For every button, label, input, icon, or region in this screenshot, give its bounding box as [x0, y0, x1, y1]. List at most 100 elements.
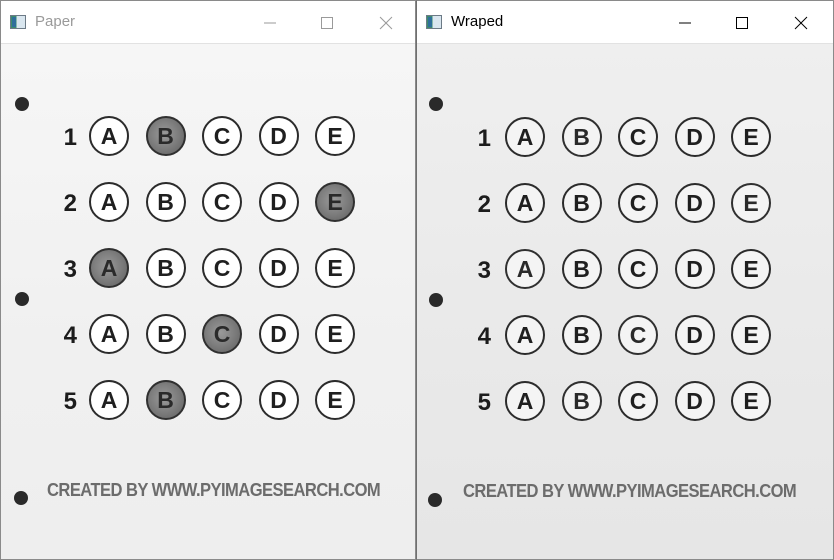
answer-bubble-b: B — [561, 315, 602, 355]
answer-bubble-c: C — [202, 380, 242, 420]
answer-bubble-d: D — [674, 249, 715, 289]
minimize-icon — [679, 22, 691, 24]
maximize-icon — [321, 17, 333, 29]
answer-bubble-e: E — [315, 248, 355, 288]
answer-bubble-b: B — [145, 182, 186, 222]
answer-row: 3ABCDE — [57, 248, 377, 292]
answer-bubble-e: E — [315, 116, 355, 156]
question-number: 2 — [477, 191, 491, 218]
answer-row: 4ABCDE — [471, 315, 791, 359]
maximize-button[interactable] — [313, 9, 341, 37]
answer-row: 5ABCDE — [57, 380, 377, 424]
answer-bubble-c: C — [202, 182, 242, 222]
answer-bubble-c: C — [202, 116, 242, 156]
answer-bubble-a: A — [505, 183, 545, 223]
answer-bubble-a: A — [505, 249, 545, 289]
answer-bubble-c: C — [618, 117, 658, 157]
close-button[interactable] — [372, 9, 400, 37]
answer-bubble-c: C — [618, 183, 658, 223]
answer-bubble-e: E — [731, 315, 771, 355]
answer-bubble-e: E — [731, 249, 771, 289]
answer-bubble-d: D — [674, 117, 715, 157]
question-number: 4 — [63, 322, 77, 349]
answer-bubble-e: E — [731, 183, 771, 223]
question-number: 3 — [63, 256, 77, 283]
punch-hole — [14, 491, 28, 505]
answer-bubble-d: D — [258, 314, 299, 354]
answer-row: 4ABCDE — [57, 314, 377, 358]
app-window-icon — [426, 15, 442, 29]
answer-bubble-b: B — [561, 117, 602, 157]
answer-bubble-b: B — [145, 248, 186, 288]
wraped-window-title: Wraped — [451, 13, 504, 30]
answer-bubble-a: A — [505, 117, 545, 157]
answer-bubble-c: C — [618, 381, 658, 421]
question-number: 1 — [63, 124, 77, 151]
answer-bubble-d: D — [258, 380, 299, 420]
answer-bubble-a: A — [89, 314, 129, 354]
answer-bubble-b: B — [561, 183, 602, 223]
answer-bubble-e: E — [731, 117, 771, 157]
close-icon — [794, 16, 808, 30]
punch-hole — [15, 292, 29, 306]
answer-bubble-c: C — [202, 314, 242, 354]
answer-bubble-b: B — [145, 116, 186, 156]
footer-credit: CREATED BY WWW.PYIMAGESEARCH.COM — [463, 481, 797, 501]
answer-bubble-d: D — [674, 315, 715, 355]
question-number: 5 — [477, 389, 491, 416]
minimize-button[interactable] — [671, 9, 699, 37]
app-window-icon — [10, 15, 26, 29]
answer-row: 2ABCDE — [57, 182, 377, 226]
answer-row: 2ABCDE — [471, 183, 791, 227]
answer-bubble-b: B — [561, 249, 602, 289]
answer-bubble-e: E — [315, 314, 355, 354]
answer-bubble-d: D — [258, 248, 299, 288]
paper-window-title: Paper — [35, 13, 76, 30]
wraped-window: Wraped 1ABCDE2ABCDE3ABCDE4ABCDE5ABCDE CR… — [416, 0, 834, 560]
answer-bubble-a: A — [89, 248, 129, 288]
question-number: 1 — [477, 125, 491, 152]
answer-bubble-c: C — [618, 249, 658, 289]
answer-bubble-a: A — [89, 380, 129, 420]
wraped-image: 1ABCDE2ABCDE3ABCDE4ABCDE5ABCDE CREATED B… — [417, 44, 833, 559]
punch-hole — [429, 97, 443, 111]
maximize-icon — [736, 17, 748, 29]
answer-bubble-d: D — [258, 182, 299, 222]
question-number: 5 — [63, 388, 77, 415]
answer-bubble-b: B — [145, 380, 186, 420]
punch-hole — [15, 97, 29, 111]
question-number: 3 — [477, 257, 491, 284]
answer-bubble-e: E — [315, 380, 355, 420]
answer-bubble-a: A — [89, 182, 129, 222]
maximize-button[interactable] — [728, 9, 756, 37]
close-icon — [379, 16, 393, 30]
paper-image: 1ABCDE2ABCDE3ABCDE4ABCDE5ABCDE CREATED B… — [1, 44, 415, 559]
answer-bubble-a: A — [89, 116, 129, 156]
answer-row: 3ABCDE — [471, 249, 791, 293]
minimize-icon — [264, 22, 276, 24]
question-number: 4 — [477, 323, 491, 350]
paper-window: Paper 1ABCDE2ABCDE3ABCDE4ABCDE5ABCDE CRE… — [0, 0, 416, 560]
answer-bubble-a: A — [505, 381, 545, 421]
punch-hole — [428, 493, 442, 507]
answer-bubble-e: E — [731, 381, 771, 421]
close-button[interactable] — [787, 9, 815, 37]
answer-bubble-d: D — [258, 116, 299, 156]
answer-bubble-d: D — [674, 381, 715, 421]
answer-bubble-e: E — [315, 182, 355, 222]
answer-bubble-b: B — [145, 314, 186, 354]
answer-row: 1ABCDE — [471, 117, 791, 161]
punch-hole — [429, 293, 443, 307]
answer-bubble-d: D — [674, 183, 715, 223]
answer-bubble-a: A — [505, 315, 545, 355]
footer-credit: CREATED BY WWW.PYIMAGESEARCH.COM — [47, 480, 381, 500]
question-number: 2 — [63, 190, 77, 217]
paper-titlebar[interactable]: Paper — [1, 1, 415, 44]
answer-bubble-c: C — [202, 248, 242, 288]
wraped-titlebar[interactable]: Wraped — [417, 1, 833, 44]
answer-row: 1ABCDE — [57, 116, 377, 160]
answer-row: 5ABCDE — [471, 381, 791, 425]
answer-bubble-c: C — [618, 315, 658, 355]
answer-bubble-b: B — [561, 381, 602, 421]
minimize-button[interactable] — [256, 9, 284, 37]
